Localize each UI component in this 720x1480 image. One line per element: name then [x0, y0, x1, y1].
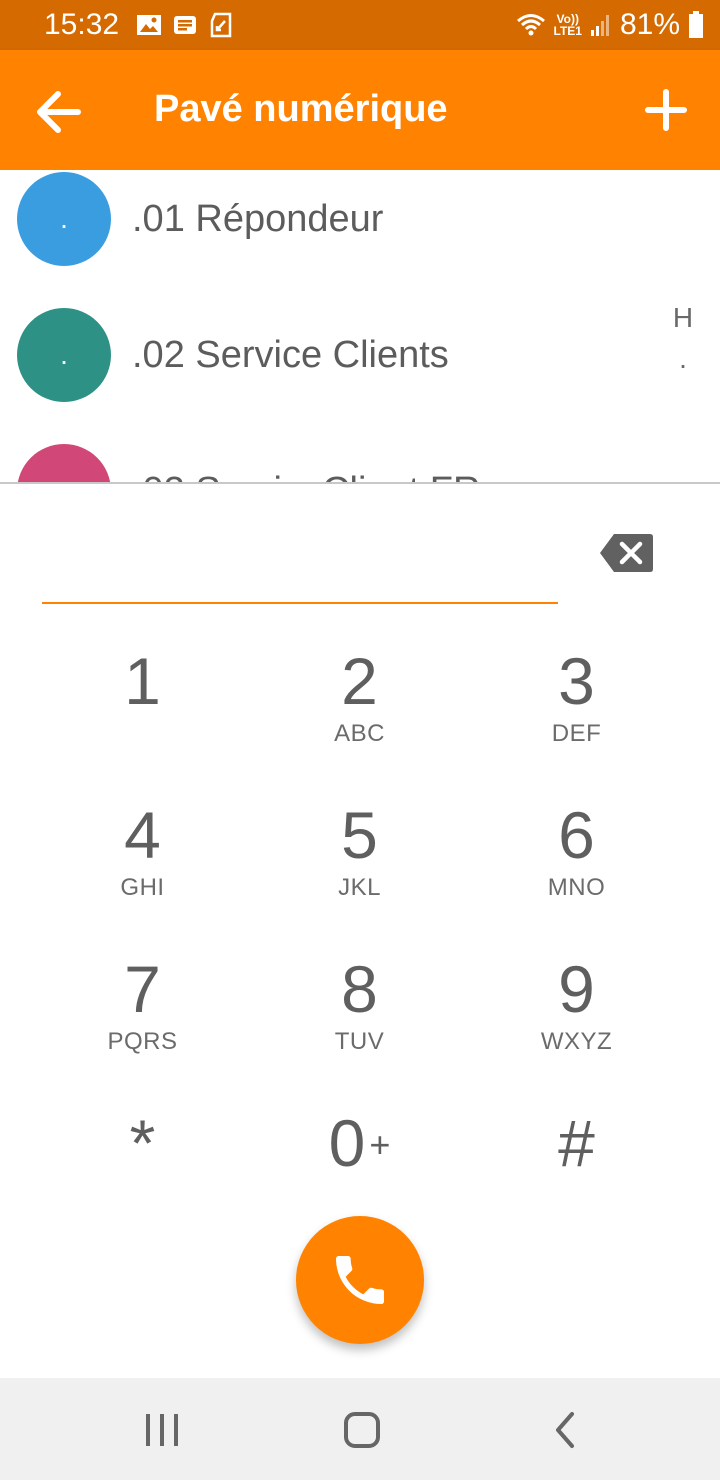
avatar: . [17, 444, 111, 482]
gallery-icon [137, 15, 161, 35]
contact-row[interactable]: . .02 Service Clients [0, 306, 720, 442]
key-1[interactable]: 1 [34, 634, 251, 788]
key-5[interactable]: 5 JKL [251, 788, 468, 942]
key-hash[interactable]: # [468, 1096, 685, 1250]
contact-list[interactable]: . .01 Répondeur . .02 Service Clients . … [0, 170, 720, 482]
alphabet-index-item[interactable]: . [668, 344, 698, 374]
signal-icon [590, 15, 609, 36]
key-8[interactable]: 8 TUV [251, 942, 468, 1096]
key-3[interactable]: 3 DEF [468, 634, 685, 788]
key-star[interactable]: * [34, 1096, 251, 1250]
recent-apps-button[interactable] [132, 1404, 192, 1456]
message-icon [174, 16, 196, 34]
home-button[interactable] [332, 1404, 392, 1456]
plus-icon [645, 89, 687, 131]
wifi-icon [516, 14, 545, 36]
navigation-bar [0, 1378, 720, 1480]
recent-apps-icon [146, 1414, 178, 1446]
status-notification-icons [136, 12, 234, 38]
network-type: Vo)) LTE1 [553, 12, 582, 38]
home-icon [344, 1412, 380, 1448]
plus-sign: + [369, 1123, 391, 1165]
phone-icon [336, 1256, 384, 1304]
back-nav-button[interactable] [536, 1404, 596, 1456]
input-underline [42, 602, 558, 604]
battery-percent: 81% [619, 8, 680, 41]
key-7[interactable]: 7 PQRS [34, 942, 251, 1096]
contact-name: .03 ServiceClient FR [132, 470, 480, 482]
arrow-left-icon [37, 91, 81, 133]
contact-row[interactable]: . .03 ServiceClient FR [0, 442, 720, 482]
app-bar: Pavé numérique [0, 50, 720, 170]
avatar: . [17, 308, 111, 402]
backspace-button[interactable] [598, 530, 656, 576]
contact-name: .01 Répondeur [132, 198, 384, 240]
page-title: Pavé numérique [154, 88, 448, 130]
nfc-icon [210, 12, 232, 38]
avatar: . [17, 172, 111, 266]
divider [0, 482, 720, 484]
battery-icon [689, 11, 703, 38]
status-bar: 15:32 Vo)) LTE1 81% [0, 0, 720, 50]
add-contact-button[interactable] [638, 82, 694, 138]
alphabet-index-item[interactable]: H [668, 292, 698, 344]
key-9[interactable]: 9 WXYZ [468, 942, 685, 1096]
dial-number-input[interactable] [42, 530, 558, 602]
status-system-icons: Vo)) LTE1 81% [516, 8, 705, 42]
contact-name: .02 Service Clients [132, 334, 449, 376]
back-nav-icon [556, 1412, 574, 1448]
key-6[interactable]: 6 MNO [468, 788, 685, 942]
backspace-icon [600, 534, 653, 572]
call-button[interactable] [296, 1216, 424, 1344]
key-2[interactable]: 2 ABC [251, 634, 468, 788]
alphabet-index[interactable]: H . [668, 292, 698, 374]
back-button[interactable] [28, 82, 88, 142]
status-time: 15:32 [44, 8, 120, 41]
key-4[interactable]: 4 GHI [34, 788, 251, 942]
contact-row[interactable]: . .01 Répondeur [0, 170, 720, 306]
